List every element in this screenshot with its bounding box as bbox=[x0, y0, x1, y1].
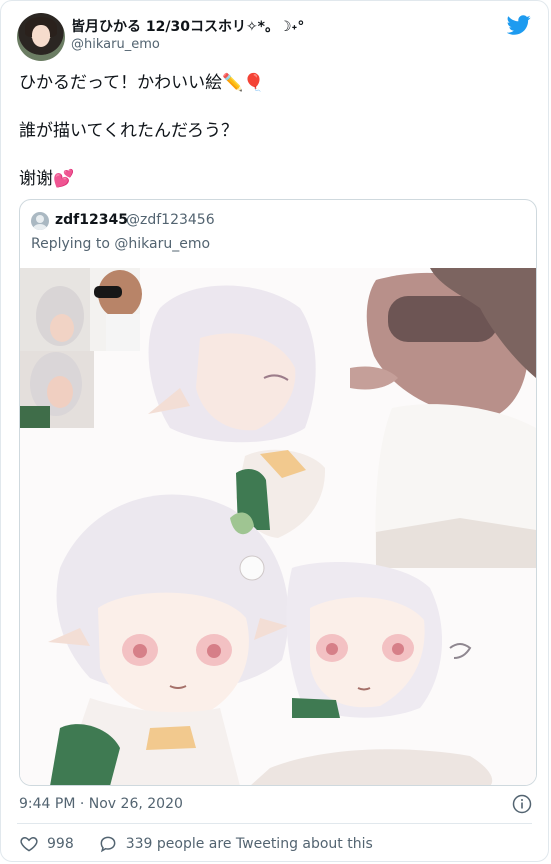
like-button[interactable]: 998 bbox=[19, 834, 74, 854]
replying-to-handle[interactable]: @hikaru_emo bbox=[114, 236, 210, 252]
quoted-default-avatar[interactable] bbox=[31, 212, 49, 230]
tweet-line-2: 誰が描いてくれたんだろう？ bbox=[19, 121, 238, 141]
tweeting-about-text: 339 people are Tweeting about this bbox=[125, 836, 373, 852]
quoted-author-handle[interactable]: @zdf123456 bbox=[126, 212, 215, 228]
tweeting-about-link[interactable]: 339 people are Tweeting about this bbox=[98, 834, 373, 854]
author-display-name[interactable]: 皆月ひかる 12/30コスホリ✧*。☽˖° bbox=[71, 16, 304, 36]
tweet-body: ひかるだって！かわいい絵✏️🎈 誰が描いてくれたんだろう？ 谢谢💕 bbox=[19, 71, 529, 215]
tweet-line-3: 谢谢💕 bbox=[19, 169, 75, 189]
tweet-actions: 998 339 people are Tweeting about this bbox=[19, 834, 397, 854]
quoted-tweet[interactable]: zdf12345 @zdf123456 Replying to @hikaru_… bbox=[19, 199, 537, 786]
replying-to-line: Replying to @hikaru_emo bbox=[31, 236, 210, 252]
replying-to-label: Replying to bbox=[31, 236, 110, 252]
quoted-author-name[interactable]: zdf12345 bbox=[55, 212, 128, 228]
tweet-card: 皆月ひかる 12/30コスホリ✧*。☽˖° @hikaru_emo ひかるだって… bbox=[0, 0, 549, 862]
author-avatar[interactable] bbox=[17, 13, 65, 61]
heart-icon bbox=[20, 836, 38, 852]
tweet-line-1: ひかるだって！かわいい絵✏️🎈 bbox=[19, 73, 265, 93]
footer-divider bbox=[17, 823, 532, 824]
info-icon[interactable] bbox=[512, 794, 532, 814]
quoted-tweet-image[interactable] bbox=[20, 268, 536, 785]
tweet-timestamp[interactable]: 9:44 PM · Nov 26, 2020 bbox=[19, 796, 183, 812]
like-count: 998 bbox=[47, 836, 74, 852]
speech-bubble-icon bbox=[100, 836, 116, 853]
twitter-bird-icon[interactable] bbox=[507, 13, 531, 37]
author-handle[interactable]: @hikaru_emo bbox=[71, 37, 160, 52]
anime-collage-illustration bbox=[20, 268, 536, 785]
